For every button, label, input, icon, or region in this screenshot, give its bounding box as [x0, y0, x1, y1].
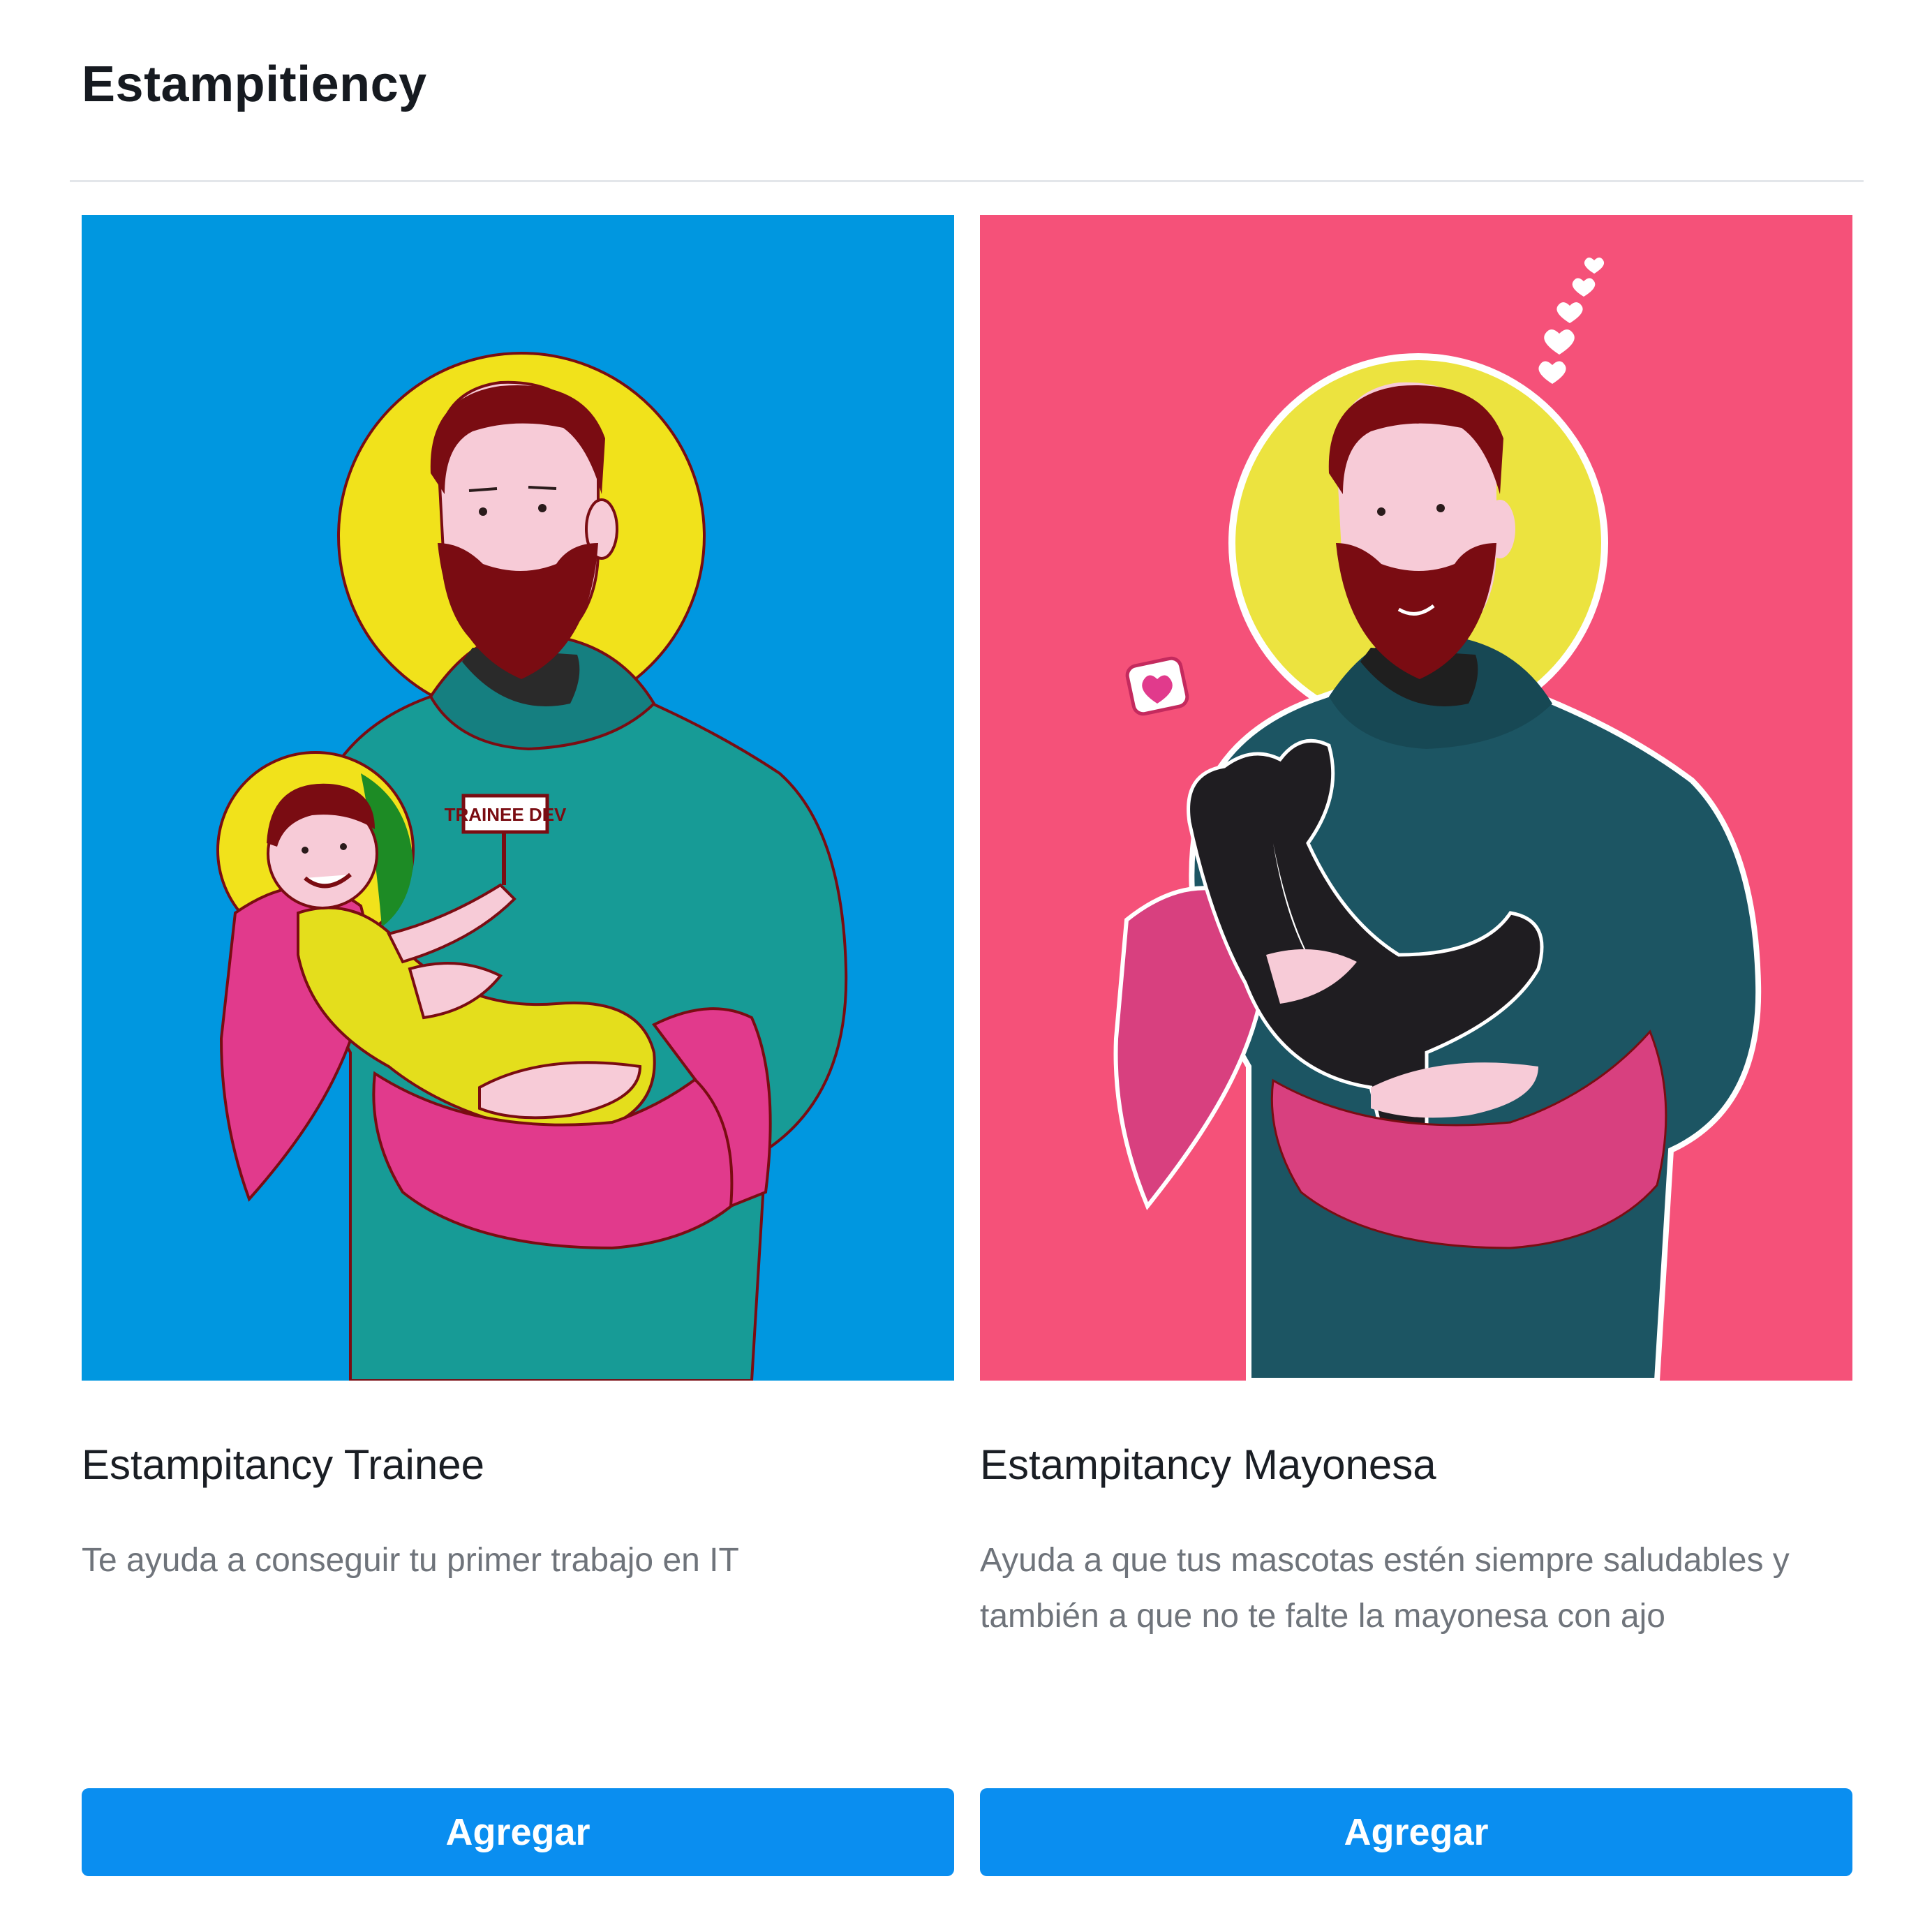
product-image-trainee: TRAINEE DEV — [82, 215, 954, 1381]
product-title: Estampitancy Trainee — [82, 1441, 484, 1488]
header-divider — [70, 180, 1864, 182]
add-button-trainee[interactable]: Agregar — [82, 1788, 954, 1876]
sign-text: TRAINEE DEV — [445, 804, 567, 825]
product-title: Estampitancy Mayonesa — [980, 1441, 1436, 1488]
page-title: Estampitiency — [82, 57, 427, 112]
product-description: Ayuda a que tus mascotas estén siempre s… — [980, 1542, 1790, 1635]
product-description: Te ayuda a conseguir tu primer trabajo e… — [82, 1542, 739, 1579]
product-card-mayonesa: Estampitancy Mayonesa Ayuda a que tus ma… — [980, 215, 1852, 1876]
product-image-mayonesa — [980, 215, 1852, 1381]
like-heart-icon — [1125, 656, 1189, 716]
product-card-trainee: TRAINEE DEV Estampitancy Trainee Te ayud… — [82, 215, 954, 1876]
add-button-mayonesa[interactable]: Agregar — [980, 1788, 1852, 1876]
